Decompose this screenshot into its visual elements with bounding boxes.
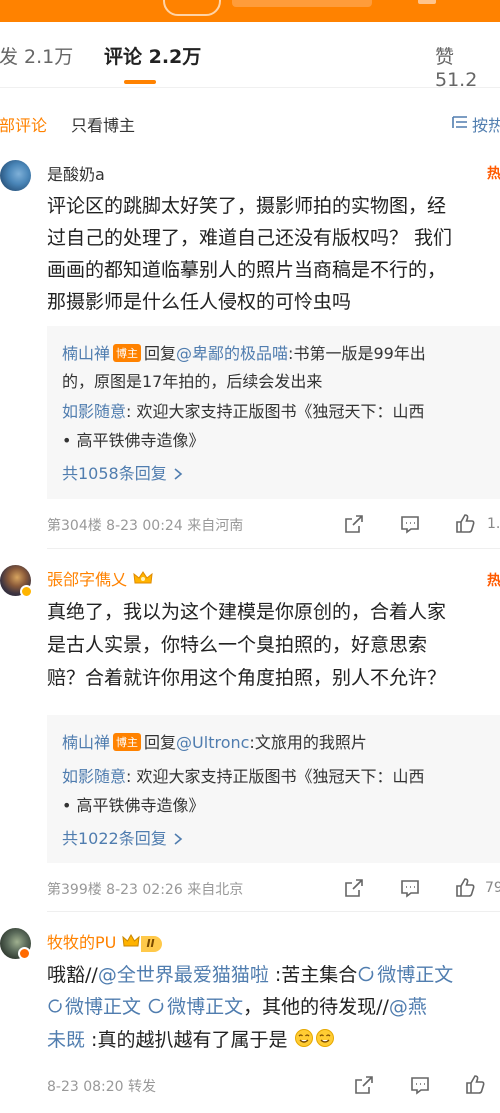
verified-badge xyxy=(20,585,33,598)
reply-item[interactable]: 如影随意: 欢迎大家支持正版图书《独冠天下：山西 xyxy=(62,398,425,422)
crown-icon xyxy=(133,571,153,584)
reply-prefix: 回复 xyxy=(144,733,177,752)
tab-active-indicator xyxy=(124,80,156,84)
reply-text: :文旅用的我照片 xyxy=(249,733,367,752)
divider xyxy=(47,548,500,549)
comment-text-line: 哦豁//@全世界最爱猫猫啦 :苦主集合 微博正文 xyxy=(47,960,453,987)
link-icon xyxy=(48,999,63,1013)
share-icon[interactable] xyxy=(343,877,365,899)
reply-mention[interactable]: @卑鄙的极品喵 xyxy=(176,344,288,363)
comment-text: :苦主集合 xyxy=(268,964,358,986)
hot-badge: 热 xyxy=(487,573,500,589)
more-replies-link[interactable]: 共1022条回复 xyxy=(62,825,184,849)
comment-text: 哦豁// xyxy=(47,964,98,986)
reply-text-cont: • 高平铁佛寺造像》 xyxy=(62,796,205,815)
comment-text-line: 评论区的跳脚太好笑了，摄影师拍的实物图，经 xyxy=(47,195,447,217)
reply-item[interactable]: 如影随意: 欢迎大家支持正版图书《独冠天下：山西 xyxy=(62,763,425,787)
comment-username[interactable]: 牧牧的PU II xyxy=(47,929,162,953)
chevron-right-icon xyxy=(174,468,183,480)
sort-hot-label[interactable]: 按热 xyxy=(472,112,500,136)
top-icon-fragment xyxy=(418,0,436,4)
reply-text-cont: 的，原图是17年拍的，后续会发出来 xyxy=(62,372,323,391)
like-icon[interactable] xyxy=(454,876,476,898)
reply-username[interactable]: 楠山禅 xyxy=(62,733,110,752)
comment-username-text: 張郃字儁乂 xyxy=(47,570,128,589)
weibo-post-link[interactable]: 微博正文 xyxy=(167,996,243,1018)
emoji-icon xyxy=(294,1029,334,1047)
reply-mention[interactable]: @Ultronc xyxy=(176,733,249,752)
reply-item[interactable]: 楠山禅 博主 回复@卑鄙的极品喵:书第一版是99年出 xyxy=(62,340,426,364)
weibo-post-link[interactable]: 微博正文 xyxy=(377,964,453,986)
comment-text-line: 画画的都知道临摹别人的照片当商稿是不行的， xyxy=(47,259,447,281)
comment-text-line: 赔？合着就许你用这个角度拍照，别人不允许？ xyxy=(47,667,447,689)
comment-text-line: 真绝了，我以为这个建模是你原创的，合着人家 xyxy=(47,601,447,623)
filter-all-comments[interactable]: 部评论 xyxy=(0,112,47,136)
link-icon xyxy=(358,966,375,982)
top-title-fragment xyxy=(232,0,372,7)
reply-username[interactable]: 楠山禅 xyxy=(62,344,110,363)
sort-icon[interactable] xyxy=(451,113,469,131)
weibo-post-link[interactable]: 微博正文 xyxy=(65,996,141,1018)
divider xyxy=(47,911,500,912)
tab-like[interactable]: 赞 51.2 xyxy=(435,42,500,91)
share-icon[interactable] xyxy=(343,513,365,535)
more-replies-link[interactable]: 共1058条回复 xyxy=(62,460,184,484)
more-replies-label: 共1058条回复 xyxy=(62,464,167,483)
reply-box: 楠山禅 博主 回复@Ultronc:文旅用的我照片 如影随意: 欢迎大家支持正版图书… xyxy=(47,715,500,863)
reply-box: 楠山禅 博主 回复@卑鄙的极品喵:书第一版是99年出 的，原图是17年拍的，后续会发… xyxy=(47,326,500,499)
chevron-right-icon xyxy=(174,833,183,845)
comment-text-line: 那摄影师是什么任人侵权的可怜虫吗 xyxy=(47,291,352,313)
hot-badge: 热 xyxy=(487,166,500,182)
comment-username[interactable]: 張郃字儁乂 xyxy=(47,566,154,590)
avatar[interactable] xyxy=(0,160,31,191)
link-icon xyxy=(148,998,165,1014)
top-bar xyxy=(0,0,500,22)
comment-icon[interactable] xyxy=(399,877,421,899)
reply-text: : 欢迎大家支持正版图书《独冠天下：山西 xyxy=(126,402,425,421)
comment-meta: 8-23 08:20 转发 xyxy=(47,1079,157,1095)
comment-text-line: 微博正文 微博正文，其他的待发现//@燕 xyxy=(47,992,427,1019)
comment-meta: 第399楼 8-23 02:26 来自北京 xyxy=(47,882,244,898)
mention-link[interactable]: @燕 xyxy=(389,996,427,1018)
comment-icon[interactable] xyxy=(399,513,421,535)
comment-text: :真的越扒越有了属于是 xyxy=(85,1029,288,1051)
mention-link[interactable]: 未既 xyxy=(47,1029,85,1051)
more-replies-label: 共1022条回复 xyxy=(62,829,167,848)
comment-username[interactable]: 是酸奶a xyxy=(47,161,105,185)
reply-text: :书第一版是99年出 xyxy=(288,344,426,363)
comment-text-line: 是古人实景，你特么一个臭拍照的，好意思索 xyxy=(47,634,428,656)
blogger-badge: 博主 xyxy=(113,733,142,751)
reply-prefix: 回复 xyxy=(144,344,177,363)
reply-username[interactable]: 如影随意 xyxy=(62,767,126,786)
verified-badge xyxy=(18,947,31,960)
top-pill xyxy=(163,0,221,16)
like-count: 1. xyxy=(487,516,500,532)
blogger-badge: 博主 xyxy=(113,344,142,362)
share-icon[interactable] xyxy=(353,1074,375,1096)
comment-meta: 第304楼 8-23 00:24 来自河南 xyxy=(47,518,244,534)
reply-text-cont: • 高平铁佛寺造像》 xyxy=(62,431,205,450)
reply-username[interactable]: 如影随意 xyxy=(62,402,126,421)
comment-icon[interactable] xyxy=(409,1074,431,1096)
like-icon[interactable] xyxy=(464,1073,486,1095)
reply-item[interactable]: 楠山禅 博主 回复@Ultronc:文旅用的我照片 xyxy=(62,729,367,753)
tab-comment[interactable]: 评论 2.2万 xyxy=(104,42,201,69)
level-badge: II xyxy=(141,936,162,952)
like-count: 79 xyxy=(485,880,500,896)
tab-bar: 发 2.1万 评论 2.2万 赞 51.2 xyxy=(0,22,500,91)
comment-text-line: 过自己的处理了，难道自己还没有版权吗？ 我们 xyxy=(47,227,453,249)
like-icon[interactable] xyxy=(454,512,476,534)
comment-text: ，其他的待发现// xyxy=(243,996,389,1018)
filter-blogger-only[interactable]: 只看博主 xyxy=(71,112,135,136)
reply-text: : 欢迎大家支持正版图书《独冠天下：山西 xyxy=(126,767,425,786)
crown-icon xyxy=(122,934,141,947)
mention-link[interactable]: @全世界最爱猫猫啦 xyxy=(98,964,269,986)
tab-repost[interactable]: 发 2.1万 xyxy=(0,42,73,69)
comment-username-text: 牧牧的PU xyxy=(47,933,117,952)
comment-text-line: 未既 :真的越扒越有了属于是 xyxy=(47,1025,336,1052)
